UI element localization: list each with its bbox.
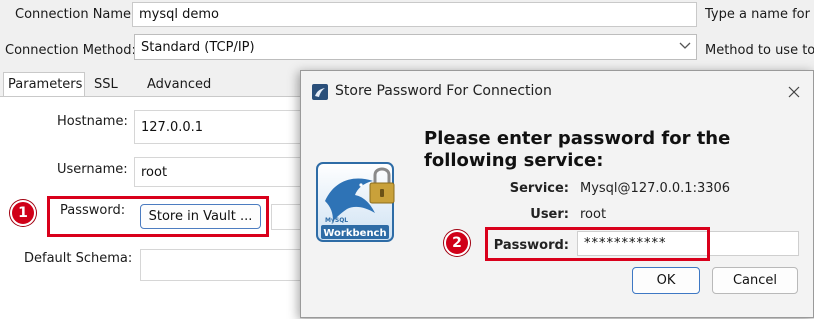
step-badge-1: 1	[10, 200, 36, 226]
step-badge-2: 2	[444, 230, 470, 256]
username-input[interactable]: root	[134, 157, 304, 187]
connection-method-select[interactable]: Standard (TCP/IP)	[134, 34, 697, 60]
user-value: root	[580, 207, 607, 222]
dialog-heading-line2: following service:	[424, 150, 604, 171]
svg-text:Workbench: Workbench	[323, 228, 386, 239]
connection-method-label: Connection Method:	[5, 43, 136, 58]
service-value: Mysql@127.0.0.1:3306	[580, 181, 731, 196]
highlight-box-password	[47, 196, 269, 237]
close-icon[interactable]	[788, 86, 800, 102]
tab-advanced[interactable]: Advanced	[143, 73, 215, 97]
hostname-input[interactable]: 127.0.0.1	[134, 110, 304, 144]
user-label: User:	[530, 207, 569, 222]
svg-text:MySQL: MySQL	[325, 217, 348, 224]
dialog-heading-line1: Please enter password for the	[424, 128, 731, 149]
hostname-label: Hostname:	[57, 114, 128, 129]
mysql-app-icon	[312, 84, 328, 104]
chevron-down-icon[interactable]	[679, 40, 691, 55]
store-password-dialog: Store Password For Connection Workbench …	[300, 70, 814, 318]
connection-name-label: Connection Name:	[15, 7, 136, 22]
cancel-button[interactable]: Cancel	[712, 267, 798, 294]
service-label: Service:	[509, 181, 569, 196]
ok-button[interactable]: OK	[632, 267, 700, 294]
connection-name-input[interactable]: mysql demo	[132, 2, 697, 27]
connection-method-hint: Method to use to c	[705, 43, 814, 58]
highlight-box-dialog-password	[485, 227, 710, 261]
tab-parameters[interactable]: Parameters	[3, 72, 85, 96]
username-label: Username:	[57, 162, 128, 177]
connection-method-value: Standard (TCP/IP)	[141, 39, 255, 55]
default-schema-label: Default Schema:	[24, 251, 133, 266]
connection-name-hint: Type a name for th	[705, 7, 814, 22]
workbench-logo: Workbench MySQL	[315, 161, 395, 253]
tab-ssl[interactable]: SSL	[90, 73, 122, 97]
default-schema-input[interactable]	[140, 249, 304, 281]
dialog-title: Store Password For Connection	[335, 83, 552, 99]
